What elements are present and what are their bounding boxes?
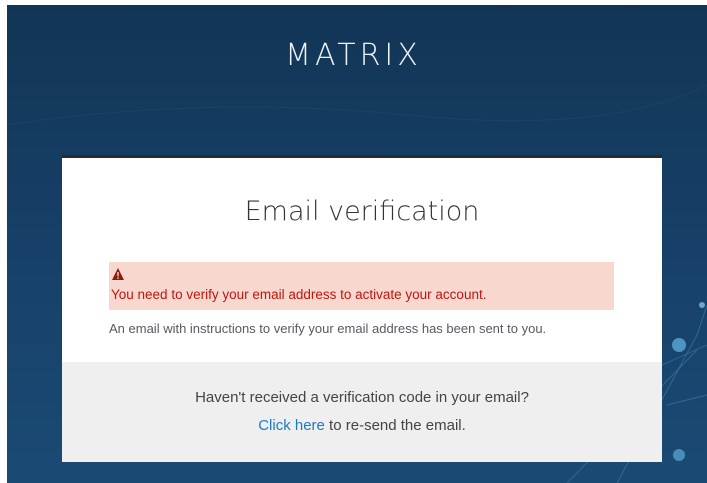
resend-link[interactable]: Click here xyxy=(258,417,325,434)
info-text: An email with instructions to verify you… xyxy=(109,321,547,336)
alert-message: You need to verify your email address to… xyxy=(111,287,487,302)
resend-suffix: to re-send the email. xyxy=(324,417,466,434)
warning-icon xyxy=(112,268,124,280)
resend-question: Haven't received a verification code in … xyxy=(195,389,529,406)
resend-line: Click here to re-send the email. xyxy=(62,417,662,434)
verification-card: Email verification You need to verify yo… xyxy=(62,155,662,462)
page-title: Email verification xyxy=(244,196,480,227)
brand-logo: MATRIX xyxy=(285,38,422,73)
alert-banner: You need to verify your email address to… xyxy=(109,262,614,310)
card-footer: Haven't received a verification code in … xyxy=(62,362,662,462)
